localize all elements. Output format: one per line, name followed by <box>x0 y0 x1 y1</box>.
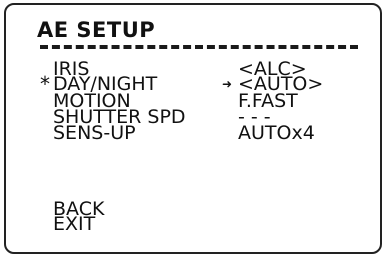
selection-arrow-icon: ➜ <box>222 77 233 91</box>
sens-up-label: SENS-UP <box>53 122 136 144</box>
menu-title: AE SETUP <box>37 18 156 42</box>
exit-label: EXIT <box>53 213 96 235</box>
sens-up-value[interactable]: AUTOx4 <box>238 124 315 143</box>
current-item-marker: * <box>40 72 50 96</box>
title-divider <box>40 45 358 49</box>
